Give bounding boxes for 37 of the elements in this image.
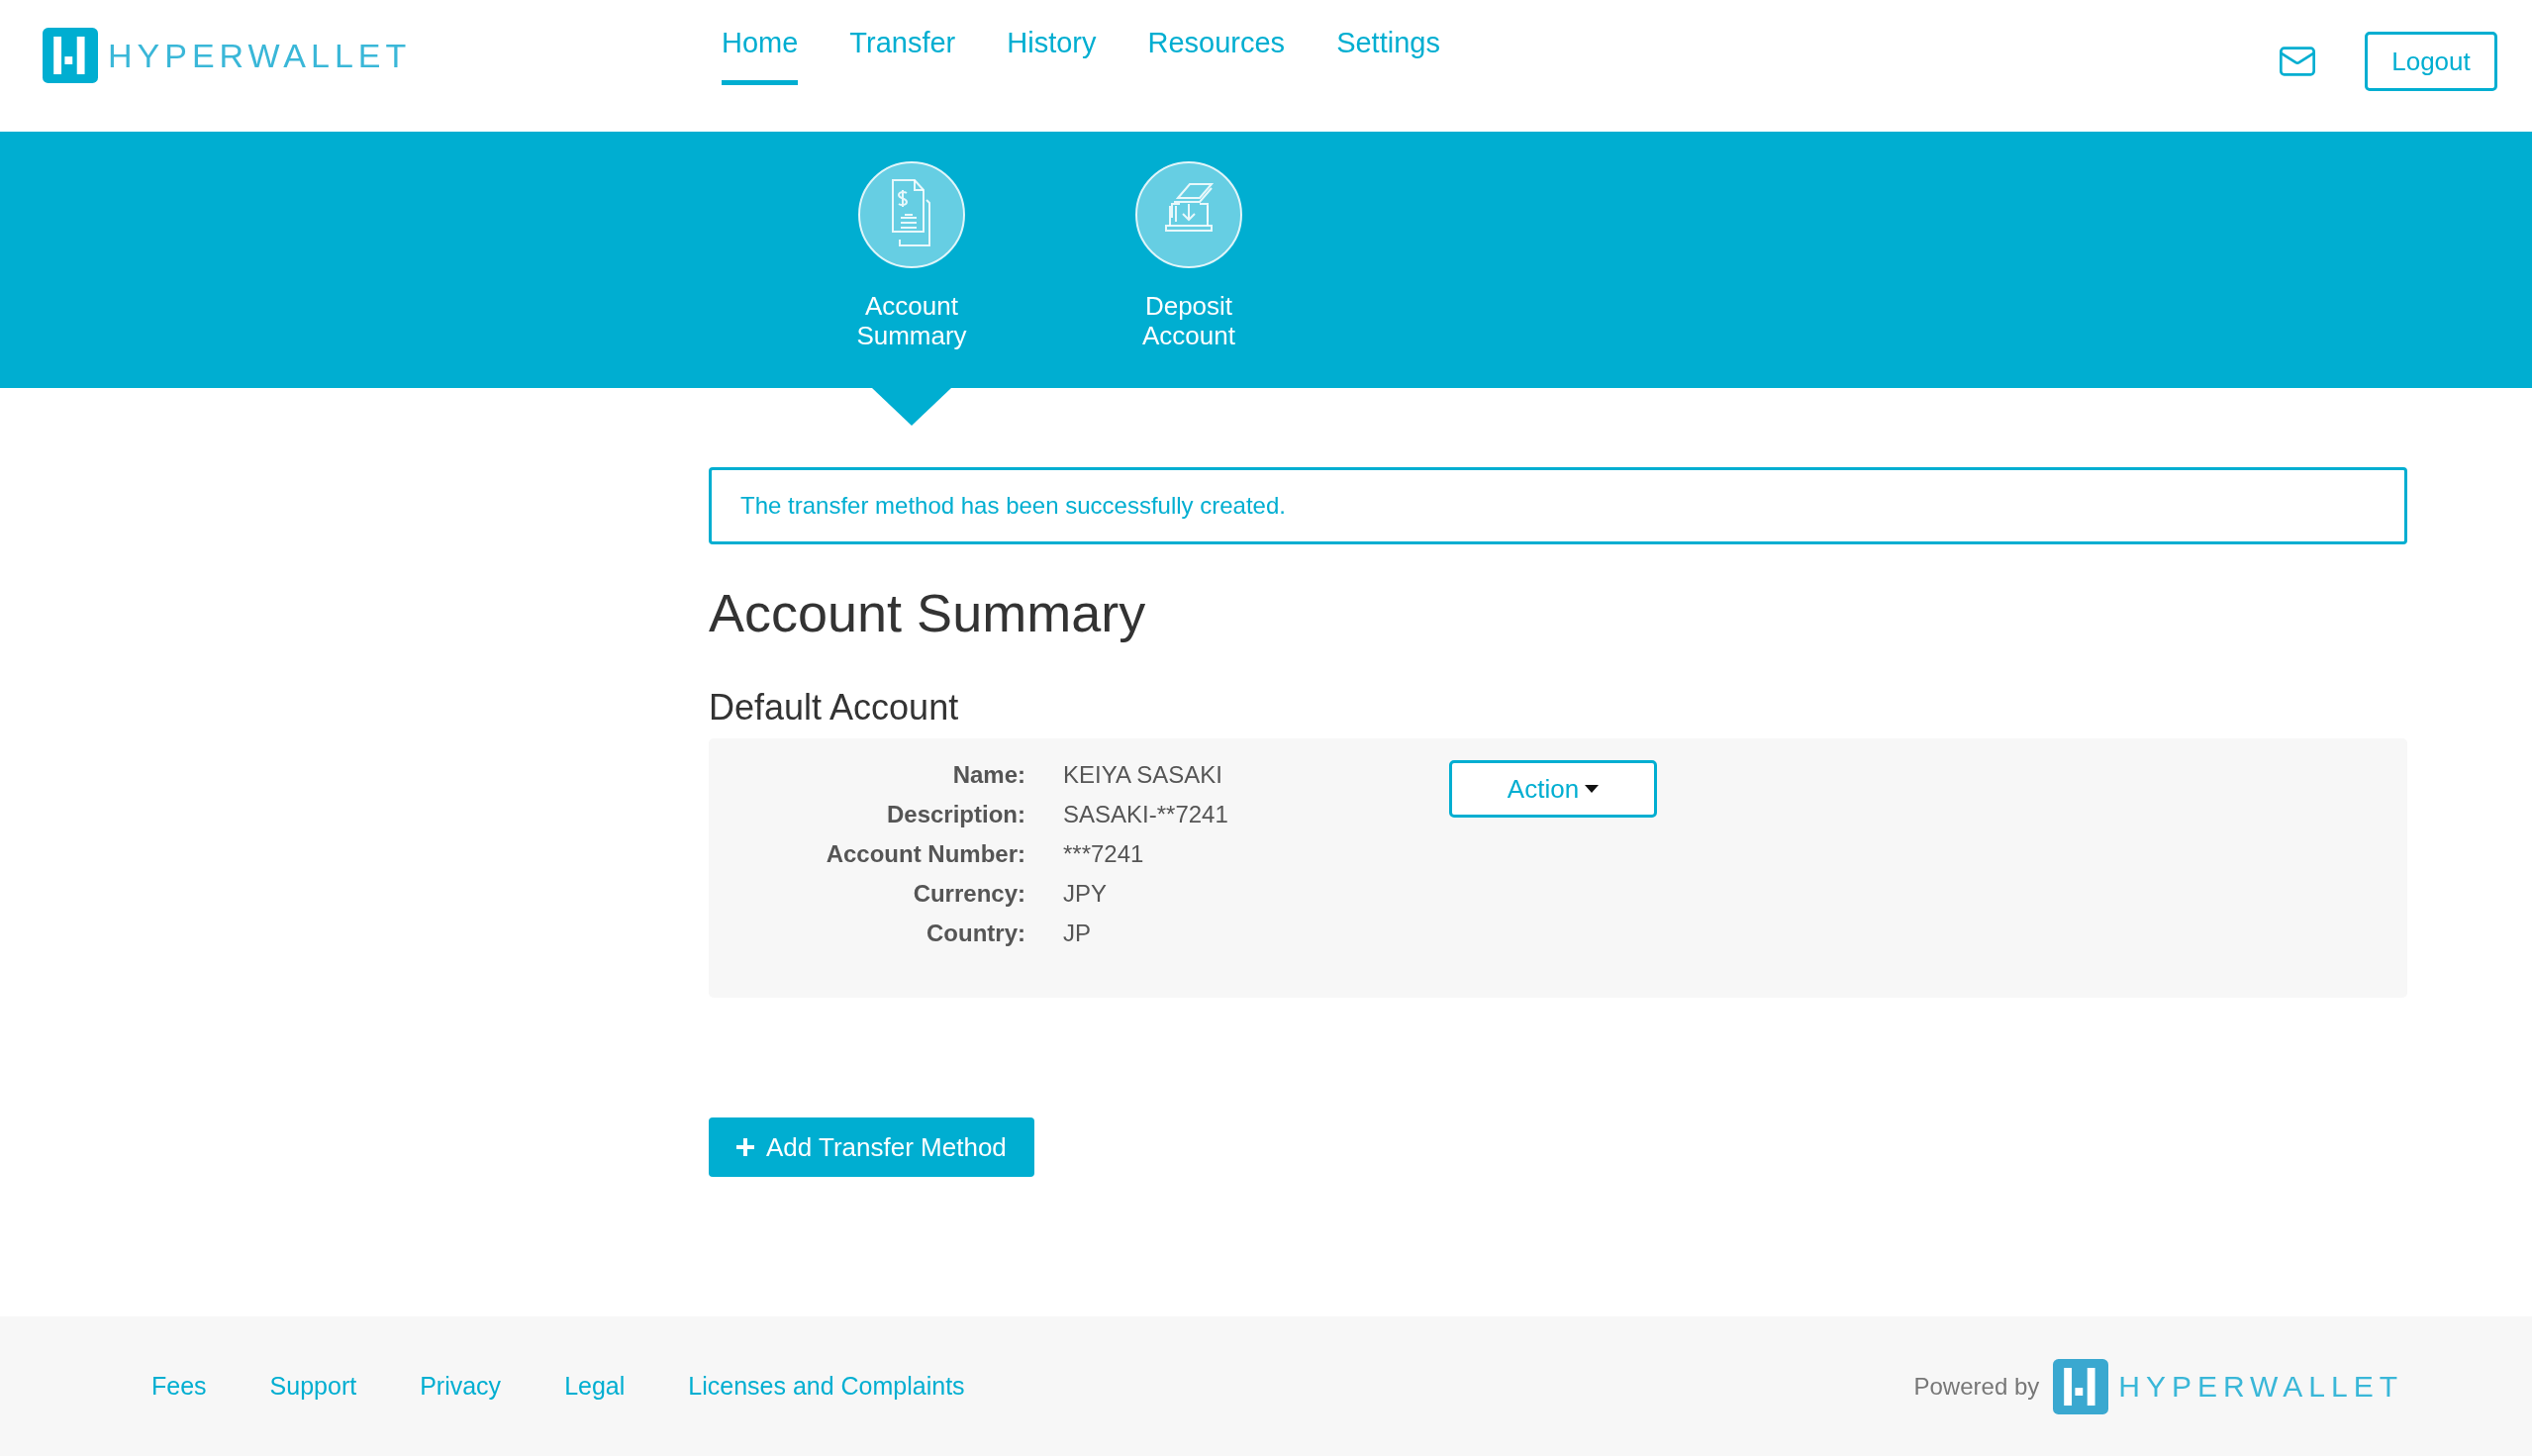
nav-tab[interactable]: Home (722, 0, 799, 85)
field-label: Description: (886, 800, 1025, 829)
field-label: Account Number: (825, 839, 1025, 869)
nav-tab[interactable]: History (1007, 0, 1097, 85)
logo-wordmark: HYPERWALLET (108, 36, 412, 75)
logout-button[interactable]: Logout (2365, 32, 2497, 91)
footer-link[interactable]: Privacy (420, 1372, 502, 1401)
field-value: JP (1063, 919, 1092, 948)
field-value: KEIYA SASAKI (1063, 760, 1223, 790)
field-label: Name: (951, 760, 1025, 790)
field-value: SASAKI-**7241 (1063, 800, 1229, 829)
caret-icon (1585, 785, 1600, 793)
success-alert: The transfer method has been successfully created. (709, 467, 2407, 544)
action-dropdown[interactable]: Action (1449, 760, 1657, 818)
footer-link[interactable]: Licenses and Complaints (688, 1372, 965, 1401)
nav-tab[interactable]: Settings (1336, 0, 1440, 85)
nav-tab[interactable]: Resources (1147, 0, 1286, 85)
section-heading: Default Account (709, 687, 960, 728)
logo-icon (2053, 1358, 2109, 1414)
plus-icon (736, 1138, 754, 1156)
field-value: ***7241 (1063, 839, 1145, 869)
add-transfer-method-button[interactable]: Add Transfer Method (709, 1117, 1034, 1177)
footer-link[interactable]: Fees (151, 1372, 207, 1401)
footer-link[interactable]: Legal (564, 1372, 626, 1401)
field-value: JPY (1063, 879, 1108, 909)
nav-tab[interactable]: Transfer (849, 0, 956, 85)
field-label: Currency: (912, 879, 1025, 909)
footer-link[interactable]: Support (269, 1372, 357, 1401)
sub-navigation-item[interactable]: Account Summary (826, 132, 998, 388)
sub-navigation-item[interactable]: Deposit Account (1103, 132, 1275, 388)
logo-wordmark: HYPERWALLET (2118, 1369, 2403, 1404)
laptop-download-icon (1134, 160, 1243, 269)
logo-icon (43, 28, 98, 83)
page-title: Account Summary (709, 582, 1147, 643)
powered-by-label: Powered by (1913, 1372, 2040, 1401)
document-dollar-icon (857, 160, 966, 269)
field-label: Country: (925, 919, 1025, 948)
